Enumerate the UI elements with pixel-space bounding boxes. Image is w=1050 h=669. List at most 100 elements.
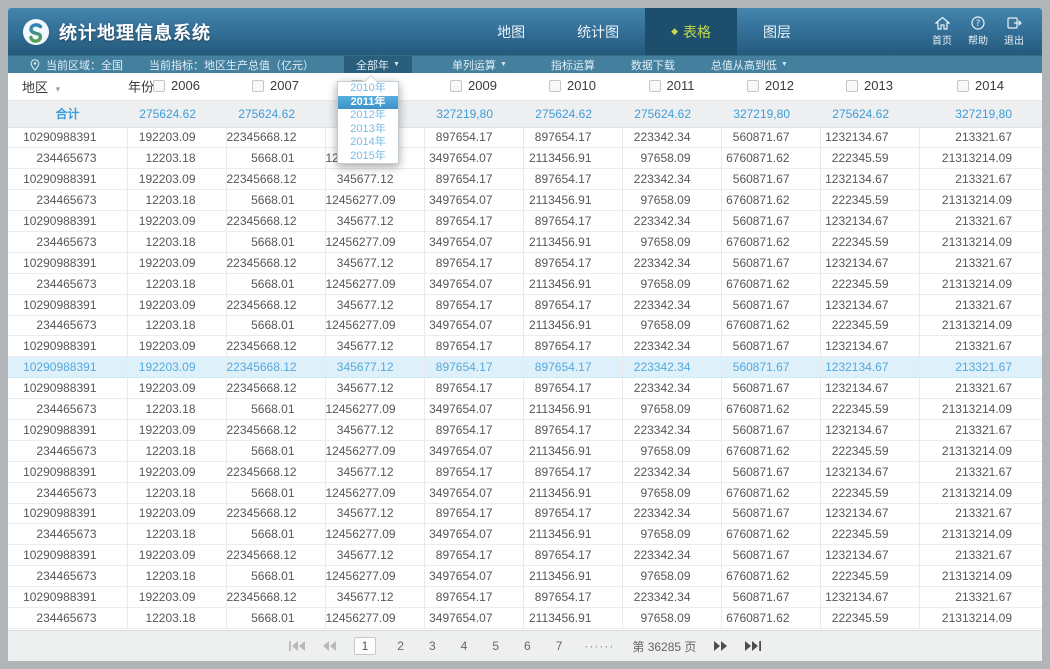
value-cell: 22345668.12: [226, 252, 325, 273]
app-window: 统计地理信息系统 地图统计图◆表格图层 首页?帮助退出 当前区域：全国 当前指标…: [8, 8, 1042, 661]
data-download-button[interactable]: 数据下载: [631, 56, 675, 73]
year-checkbox-2013[interactable]: [846, 80, 858, 92]
page-number-5[interactable]: 5: [488, 638, 503, 654]
value-cell: 5668.01: [226, 231, 325, 252]
nav-tab-统计图[interactable]: 统计图: [551, 8, 645, 55]
region-column-header[interactable]: 地区 ▾: [8, 73, 127, 100]
page-number-1[interactable]: 1: [354, 637, 377, 655]
quick-link-首页[interactable]: 首页: [932, 16, 952, 47]
value-cell: 2113456.91: [523, 190, 622, 211]
table-row[interactable]: 10290988391192203.0922345668.12345677.12…: [8, 587, 1042, 608]
last-page-button[interactable]: [745, 641, 761, 651]
column-calc-button[interactable]: 单列运算 ▼: [442, 56, 517, 73]
table-row[interactable]: 23446567312203.185668.0112456277.0934976…: [8, 231, 1042, 252]
table-row[interactable]: 23446567312203.185668.0112456277.0934976…: [8, 607, 1042, 628]
year-checkbox-2007[interactable]: [252, 80, 264, 92]
table-row[interactable]: 10290988391192203.0922345668.12345677.12…: [8, 419, 1042, 440]
table-row[interactable]: 10290988391192203.0922345668.12345677.12…: [8, 503, 1042, 524]
table-row[interactable]: 10290988391192203.0922345668.12345677.12…: [8, 169, 1042, 190]
table-row[interactable]: 23446567312203.185668.0112456277.0934976…: [8, 148, 1042, 169]
value-cell: 213321.67: [919, 127, 1042, 148]
page-number-3[interactable]: 3: [425, 638, 440, 654]
year-column-header-2007: 2007: [226, 73, 325, 100]
value-cell: 6760871.62: [721, 524, 820, 545]
table-row[interactable]: 23446567312203.185668.0112456277.0934976…: [8, 440, 1042, 461]
current-indicator[interactable]: 当前指标：地区生产总值（亿元）: [149, 56, 314, 73]
value-cell: 560871.67: [721, 378, 820, 399]
table-row[interactable]: 23446567312203.185668.0112456277.0934976…: [8, 190, 1042, 211]
table-row[interactable]: 23446567312203.185668.0112456277.0934976…: [8, 399, 1042, 420]
next-page-button[interactable]: [714, 641, 727, 651]
year-checkbox-2012[interactable]: [747, 80, 759, 92]
current-region[interactable]: 当前区域：全国: [30, 56, 123, 73]
table-row-selected[interactable]: 10290988391192203.0922345668.12345677.12…: [8, 357, 1042, 378]
year-option-2014年[interactable]: 2014年: [338, 136, 398, 150]
column-calc-label: 单列运算: [452, 57, 496, 73]
region-cell: 234465673: [8, 148, 127, 169]
value-cell: 213321.67: [919, 378, 1042, 399]
year-checkbox-2014[interactable]: [957, 80, 969, 92]
year-option-2012年[interactable]: 2012年: [338, 109, 398, 123]
year-checkbox-2011[interactable]: [649, 80, 661, 92]
page-number-4[interactable]: 4: [457, 638, 472, 654]
value-cell: 21313214.09: [919, 566, 1042, 587]
nav-tab-表格[interactable]: ◆表格: [645, 8, 737, 55]
value-cell: 897654.17: [523, 461, 622, 482]
year-checkbox-2009[interactable]: [450, 80, 462, 92]
region-cell: 10290988391: [8, 357, 127, 378]
quick-link-帮助[interactable]: ?帮助: [968, 16, 988, 47]
page-number-7[interactable]: 7: [552, 638, 567, 654]
indicator-calc-button[interactable]: 指标运算: [551, 56, 595, 73]
value-cell: 22345668.12: [226, 294, 325, 315]
value-cell: 6760871.62: [721, 566, 820, 587]
table-row[interactable]: 23446567312203.185668.0112456277.0934976…: [8, 315, 1042, 336]
value-cell: 12456277.09: [325, 231, 424, 252]
first-page-button[interactable]: [289, 641, 305, 651]
table-row[interactable]: 23446567312203.185668.0112456277.0934976…: [8, 524, 1042, 545]
table-row[interactable]: 10290988391192203.0922345668.12345677.12…: [8, 461, 1042, 482]
value-cell: 560871.67: [721, 169, 820, 190]
page-number-2[interactable]: 2: [393, 638, 408, 654]
value-cell: 1232134.67: [820, 169, 919, 190]
region-cell: 234465673: [8, 524, 127, 545]
year-filter-button[interactable]: 全部年 ▼ 2010年2011年2012年2013年2014年2015年: [344, 56, 412, 73]
value-cell: 12203.18: [127, 566, 226, 587]
nav-tab-图层[interactable]: 图层: [737, 8, 817, 55]
table-row[interactable]: 23446567312203.185668.0112456277.0934976…: [8, 566, 1042, 587]
quick-link-退出[interactable]: 退出: [1004, 16, 1024, 47]
sort-order-button[interactable]: 总值从高到低 ▼: [711, 56, 788, 73]
dropdown-caret-icon: [364, 76, 378, 83]
table-row[interactable]: 10290988391192203.0922345668.12345677.12…: [8, 211, 1042, 232]
value-cell: 222345.59: [820, 273, 919, 294]
table-row[interactable]: 23446567312203.185668.0112456277.0934976…: [8, 482, 1042, 503]
value-cell: 192203.09: [127, 127, 226, 148]
page-number-6[interactable]: 6: [520, 638, 535, 654]
value-cell: 345677.12: [325, 503, 424, 524]
table-row[interactable]: 10290988391192203.0922345668.12345677.12…: [8, 378, 1042, 399]
year-option-2013年[interactable]: 2013年: [338, 123, 398, 137]
table-row[interactable]: 10290988391192203.0922345668.12345677.12…: [8, 294, 1042, 315]
value-cell: 22345668.12: [226, 357, 325, 378]
year-option-2011年[interactable]: 2011年: [338, 96, 398, 110]
year-checkbox-2006[interactable]: [153, 80, 165, 92]
value-cell: 97658.09: [622, 566, 721, 587]
value-cell: 21313214.09: [919, 607, 1042, 628]
nav-tab-地图[interactable]: 地图: [471, 8, 551, 55]
value-cell: 12456277.09: [325, 273, 424, 294]
table-row[interactable]: 10290988391192203.0922345668.12345677.12…: [8, 545, 1042, 566]
total-value-cell: 327219,80: [424, 100, 523, 127]
year-option-2015年[interactable]: 2015年: [338, 150, 398, 164]
value-cell: 560871.67: [721, 127, 820, 148]
year-checkbox-2010[interactable]: [549, 80, 561, 92]
table-row[interactable]: 10290988391192203.0922345668.12345677.12…: [8, 252, 1042, 273]
value-cell: 1232134.67: [820, 378, 919, 399]
year-option-2010年[interactable]: 2010年: [338, 82, 398, 96]
table-row[interactable]: 10290988391192203.0922345668.12345677.12…: [8, 127, 1042, 148]
value-cell: 1232134.67: [820, 357, 919, 378]
value-cell: 897654.17: [424, 357, 523, 378]
table-row[interactable]: 10290988391192203.0922345668.12345677.12…: [8, 336, 1042, 357]
previous-page-button[interactable]: [323, 641, 336, 651]
value-cell: 97658.09: [622, 524, 721, 545]
value-cell: 22345668.12: [226, 336, 325, 357]
table-row[interactable]: 23446567312203.185668.0112456277.0934976…: [8, 273, 1042, 294]
